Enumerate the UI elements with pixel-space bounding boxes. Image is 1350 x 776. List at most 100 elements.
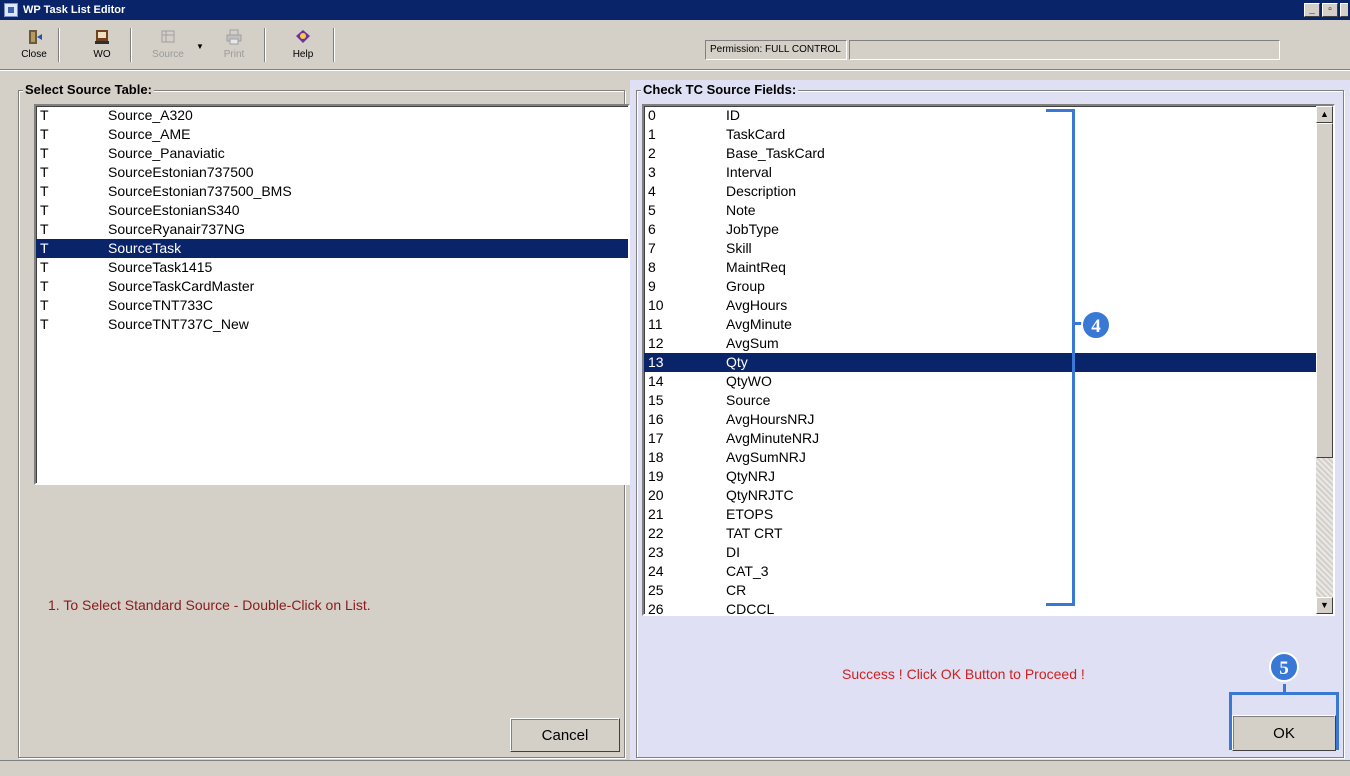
book-icon (95, 30, 109, 44)
list-item[interactable]: T SourceTaskCardMaster (36, 277, 628, 296)
list-item-name: Qty (726, 354, 748, 370)
list-item-index: 4 (648, 183, 656, 199)
chevron-down-icon[interactable]: ▼ (196, 42, 204, 51)
list-item-name: Interval (726, 164, 772, 180)
list-item[interactable]: 8 MaintReq (644, 258, 1333, 277)
table-import-icon (161, 30, 175, 43)
list-item-name: SourceTNT733C (108, 297, 214, 313)
minimize-icon[interactable]: _ (1304, 3, 1320, 17)
help-book-icon (296, 30, 310, 43)
help-button[interactable]: Help (283, 26, 323, 66)
list-item[interactable]: T SourceTNT737C_New (36, 315, 628, 334)
list-item[interactable]: 11 AvgMinute (644, 315, 1333, 334)
list-item-index: 13 (648, 354, 664, 370)
list-item[interactable]: 13 Qty (644, 353, 1333, 372)
list-item[interactable]: 1 TaskCard (644, 125, 1333, 144)
list-item[interactable]: T SourceRyanair737NG (36, 220, 628, 239)
scroll-down-icon[interactable]: ▼ (1316, 597, 1333, 614)
list-item[interactable]: 20 QtyNRJTC (644, 486, 1333, 505)
list-item-index: 26 (648, 601, 664, 616)
list-item[interactable]: T SourceTNT733C (36, 296, 628, 315)
list-item-name: SourceTaskCardMaster (108, 278, 255, 294)
list-item-name: SourceTask1415 (108, 259, 213, 275)
list-item[interactable]: 7 Skill (644, 239, 1333, 258)
fields-scrollbar[interactable]: ▲ ▼ (1316, 106, 1333, 614)
list-item[interactable]: T SourceEstonianS340 (36, 201, 628, 220)
list-item-type: T (40, 202, 49, 218)
list-item-type: T (40, 126, 49, 142)
wo-button[interactable]: WO (82, 26, 122, 66)
step-4-badge: 4 (1081, 310, 1111, 340)
list-item[interactable]: 5 Note (644, 201, 1333, 220)
list-item[interactable]: 17 AvgMinuteNRJ (644, 429, 1333, 448)
print-button[interactable]: Print (214, 26, 254, 66)
list-item[interactable]: T Source_A320 (36, 106, 628, 125)
list-item-index: 6 (648, 221, 656, 237)
list-item-name: Source_A320 (108, 107, 193, 123)
ok-callout-stem (1283, 684, 1286, 694)
list-item-name: Source_Panaviatic (108, 145, 225, 161)
list-item[interactable]: 2 Base_TaskCard (644, 144, 1333, 163)
list-item[interactable]: 15 Source (644, 391, 1333, 410)
permission-extra-field (849, 40, 1280, 60)
list-item[interactable]: 0 ID (644, 106, 1333, 125)
list-item-name: AvgHoursNRJ (726, 411, 815, 427)
ok-callout-outline (1229, 692, 1339, 750)
list-item[interactable]: T SourceTask (36, 239, 628, 258)
list-item[interactable]: 9 Group (644, 277, 1333, 296)
list-item[interactable]: 10 AvgHours (644, 296, 1333, 315)
list-item[interactable]: 12 AvgSum (644, 334, 1333, 353)
list-item[interactable]: 22 TAT CRT (644, 524, 1333, 543)
list-item-index: 9 (648, 278, 656, 294)
source-fields-title: Check TC Source Fields: (641, 82, 799, 97)
list-item[interactable]: 19 QtyNRJ (644, 467, 1333, 486)
list-item-name: SourceEstonianS340 (108, 202, 240, 218)
list-item-name: JobType (726, 221, 779, 237)
list-item-name: ID (726, 107, 740, 123)
list-item-type: T (40, 259, 49, 275)
list-item-name: Description (726, 183, 797, 199)
list-item-index: 19 (648, 468, 664, 484)
list-item-type: T (40, 278, 49, 294)
list-item[interactable]: 6 JobType (644, 220, 1333, 239)
list-item-name: CDCCL (726, 601, 775, 616)
list-item-index: 20 (648, 487, 664, 503)
list-item[interactable]: 25 CR (644, 581, 1333, 600)
list-item-name: Source (726, 392, 771, 408)
list-item-name: QtyWO (726, 373, 772, 389)
restore-icon[interactable]: ▫ (1322, 3, 1338, 17)
list-item[interactable]: 16 AvgHoursNRJ (644, 410, 1333, 429)
list-item-name: AvgHours (726, 297, 788, 313)
list-item[interactable]: 3 Interval (644, 163, 1333, 182)
list-item[interactable]: 18 AvgSumNRJ (644, 448, 1333, 467)
list-item[interactable]: 24 CAT_3 (644, 562, 1333, 581)
list-item[interactable]: 26 CDCCL (644, 600, 1333, 616)
list-item-name: SourceTNT737C_New (108, 316, 249, 332)
list-item-index: 18 (648, 449, 664, 465)
source-button[interactable]: Source (148, 26, 188, 66)
source-table-list[interactable]: T Source_A320 T Source_AME T Source_Panaviati… (34, 104, 630, 485)
list-item[interactable]: 21 ETOPS (644, 505, 1333, 524)
list-item-name: ETOPS (726, 506, 774, 522)
list-item[interactable]: T Source_AME (36, 125, 628, 144)
list-item-name: MaintReq (726, 259, 786, 275)
list-item-index: 3 (648, 164, 656, 180)
source-table-rows: T Source_A320 T Source_AME T Source_Panaviati… (36, 106, 628, 334)
status-bar (0, 760, 1350, 776)
close-button[interactable]: Close (14, 26, 54, 66)
list-item[interactable]: 4 Description (644, 182, 1333, 201)
list-item-index: 1 (648, 126, 656, 142)
list-item[interactable]: T SourceEstonian737500_BMS (36, 182, 628, 201)
list-item-name: AvgSum (726, 335, 779, 351)
list-item[interactable]: 14 QtyWO (644, 372, 1333, 391)
list-item-name: CR (726, 582, 747, 598)
source-fields-list[interactable]: 0 ID 1 TaskCard 2 Base_TaskCard 3 Interval 4 Desc… (642, 104, 1335, 616)
scroll-thumb[interactable] (1316, 123, 1333, 458)
scroll-up-icon[interactable]: ▲ (1316, 106, 1333, 123)
list-item[interactable]: T Source_Panaviatic (36, 144, 628, 163)
list-item[interactable]: 23 DI (644, 543, 1333, 562)
list-item[interactable]: T SourceEstonian737500 (36, 163, 628, 182)
cancel-button[interactable]: Cancel (510, 718, 620, 752)
close-window-icon[interactable] (1340, 3, 1348, 17)
list-item[interactable]: T SourceTask1415 (36, 258, 628, 277)
